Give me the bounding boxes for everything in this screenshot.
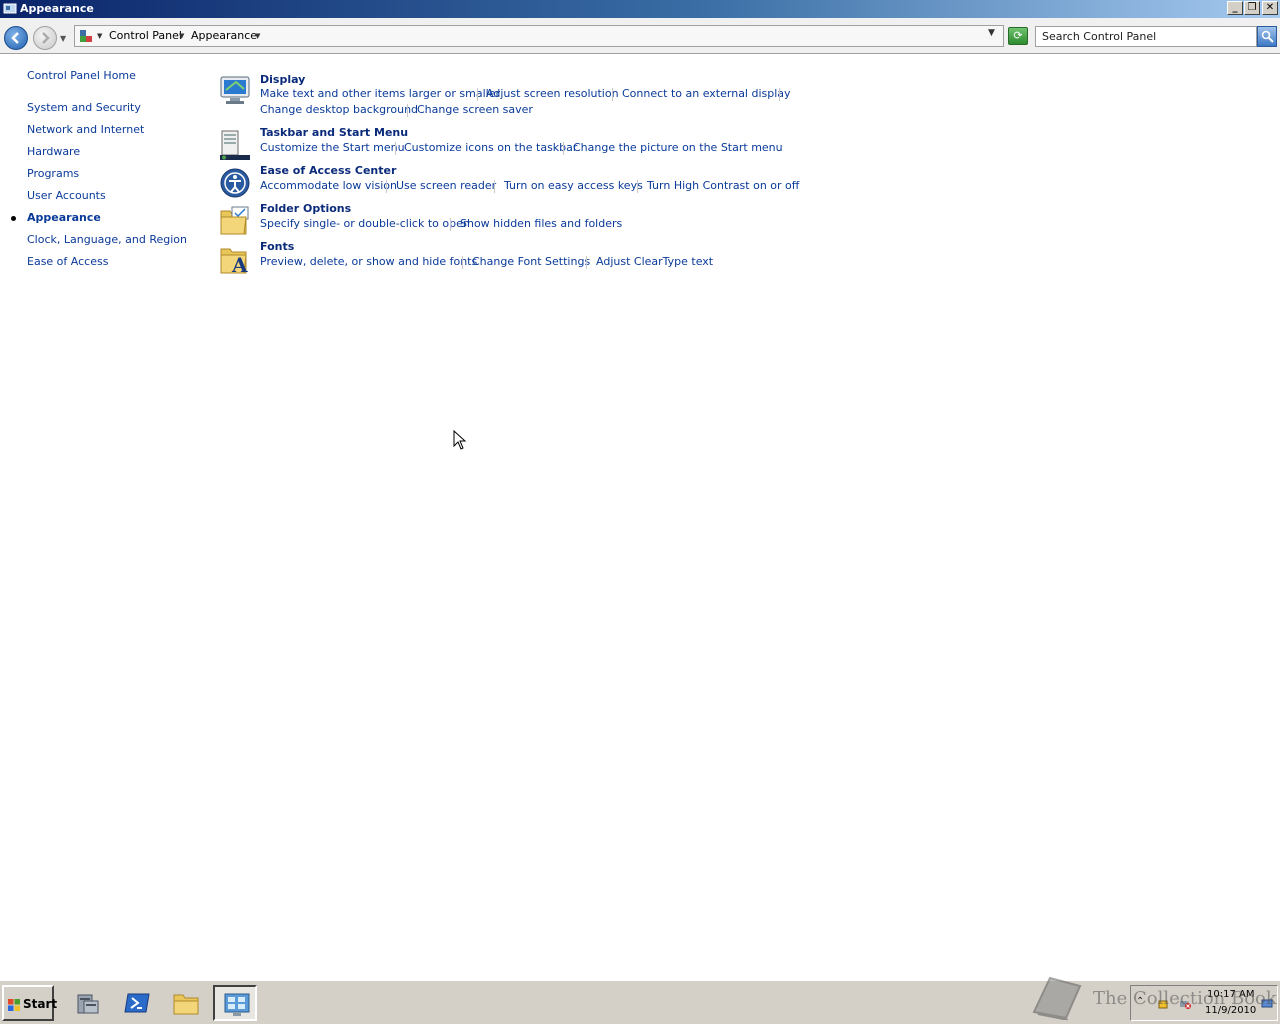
mouse-cursor-icon xyxy=(453,430,467,450)
refresh-button[interactable]: ⟳ xyxy=(1008,27,1028,45)
task-separator xyxy=(586,256,587,269)
nav-network-and-internet[interactable]: Network and Internet xyxy=(27,123,144,136)
task-text-size[interactable]: Make text and other items larger or smal… xyxy=(260,87,500,100)
task-single-double-click[interactable]: Specify single- or double-click to open xyxy=(260,217,470,230)
control-panel-icon xyxy=(224,993,250,1016)
book-icon xyxy=(1032,976,1082,1021)
task-separator xyxy=(407,104,408,117)
search-input[interactable]: Search Control Panel xyxy=(1035,26,1257,47)
ease-of-access-icon xyxy=(220,168,250,198)
folder-icon xyxy=(173,994,199,1015)
current-item-bullet xyxy=(11,216,16,221)
breadcrumb[interactable]: ▼ Control Panel ▼ Appearance ▼ xyxy=(74,25,1004,47)
taskbar-control-panel[interactable] xyxy=(213,985,257,1021)
chevron-down-icon[interactable]: ▼ xyxy=(179,32,184,40)
task-screen-resolution[interactable]: Adjust screen resolution xyxy=(486,87,619,100)
task-separator xyxy=(637,180,638,193)
window-title: Appearance xyxy=(20,2,94,15)
task-separator xyxy=(386,180,387,193)
nav-hardware[interactable]: Hardware xyxy=(27,145,80,158)
category-ease-of-access-title[interactable]: Ease of Access Center xyxy=(260,164,396,177)
task-separator xyxy=(563,142,564,155)
task-cleartype[interactable]: Adjust ClearType text xyxy=(596,255,713,268)
nav-system-and-security[interactable]: System and Security xyxy=(27,101,141,114)
taskbar-server-manager[interactable] xyxy=(66,985,110,1021)
minimize-button[interactable]: _ xyxy=(1227,1,1243,15)
taskbar-explorer[interactable] xyxy=(164,985,208,1021)
task-font-settings[interactable]: Change Font Settings xyxy=(472,255,590,268)
task-desktop-background[interactable]: Change desktop background xyxy=(260,103,418,116)
category-display-title[interactable]: Display xyxy=(260,73,305,86)
nav-clock-language-region[interactable]: Clock, Language, and Region xyxy=(27,233,187,246)
control-panel-icon xyxy=(3,3,17,14)
task-separator xyxy=(462,256,463,269)
watermark-text: The Collection Book xyxy=(1093,988,1277,1009)
watermark: The Collection Book xyxy=(1030,974,1280,1024)
breadcrumb-appearance[interactable]: Appearance xyxy=(191,29,257,42)
recent-pages-dropdown[interactable]: ▼ xyxy=(60,34,66,43)
display-icon xyxy=(220,76,250,104)
taskbar-icon xyxy=(220,130,250,160)
search-icon xyxy=(1261,30,1274,43)
chevron-down-icon[interactable]: ▼ xyxy=(255,32,260,40)
nav-appearance[interactable]: Appearance xyxy=(27,211,101,224)
task-customize-taskbar-icons[interactable]: Customize icons on the taskbar xyxy=(404,141,577,154)
nav-ease-of-access[interactable]: Ease of Access xyxy=(27,255,108,268)
nav-programs[interactable]: Programs xyxy=(27,167,79,180)
task-separator xyxy=(450,218,451,231)
category-folder-options-title[interactable]: Folder Options xyxy=(260,202,351,215)
address-bar: ▼ ▼ Control Panel ▼ Appearance ▼ ▼ ⟳ Sea… xyxy=(0,18,1280,54)
task-screen-saver[interactable]: Change screen saver xyxy=(417,103,533,116)
title-bar: Appearance _ ❐ ✕ xyxy=(0,0,1280,18)
forward-button[interactable] xyxy=(33,26,57,50)
start-button[interactable]: Start xyxy=(2,985,58,1021)
nav-user-accounts[interactable]: User Accounts xyxy=(27,189,106,202)
task-separator xyxy=(779,88,780,101)
task-separator xyxy=(395,142,396,155)
taskbar-powershell[interactable] xyxy=(115,985,159,1021)
chevron-down-icon[interactable]: ▼ xyxy=(97,32,102,40)
fonts-icon: A xyxy=(220,248,248,275)
task-separator xyxy=(494,180,495,193)
server-manager-icon xyxy=(77,994,99,1014)
control-panel-icon xyxy=(80,30,92,42)
start-label: Start xyxy=(23,997,58,1011)
folder-options-icon xyxy=(220,206,249,235)
task-external-display[interactable]: Connect to an external display xyxy=(622,87,791,100)
back-button[interactable] xyxy=(4,26,28,50)
task-high-contrast[interactable]: Turn High Contrast on or off xyxy=(647,179,799,192)
category-taskbar-title[interactable]: Taskbar and Start Menu xyxy=(260,126,408,139)
task-hidden-files[interactable]: Show hidden files and folders xyxy=(460,217,622,230)
control-panel-home-link[interactable]: Control Panel Home xyxy=(27,69,136,82)
arrow-left-icon xyxy=(11,32,19,44)
task-screen-reader[interactable]: Use screen reader xyxy=(396,179,496,192)
svg-text:A: A xyxy=(231,253,248,275)
task-easy-access-keys[interactable]: Turn on easy access keys xyxy=(504,179,643,192)
task-customize-start-menu[interactable]: Customize the Start menu xyxy=(260,141,405,154)
arrow-right-icon xyxy=(42,32,50,44)
powershell-icon xyxy=(124,993,150,1013)
task-separator xyxy=(477,88,478,101)
task-low-vision[interactable]: Accommodate low vision xyxy=(260,179,397,192)
restore-button[interactable]: ❐ xyxy=(1244,1,1260,15)
category-fonts-title[interactable]: Fonts xyxy=(260,240,294,253)
close-button[interactable]: ✕ xyxy=(1262,1,1278,15)
task-preview-fonts[interactable]: Preview, delete, or show and hide fonts xyxy=(260,255,477,268)
address-history-dropdown[interactable]: ▼ xyxy=(988,28,995,38)
search-button[interactable] xyxy=(1257,26,1277,47)
task-start-menu-picture[interactable]: Change the picture on the Start menu xyxy=(573,141,783,154)
task-separator xyxy=(612,88,613,101)
windows-flag-icon xyxy=(8,999,20,1011)
breadcrumb-control-panel[interactable]: Control Panel xyxy=(109,29,182,42)
